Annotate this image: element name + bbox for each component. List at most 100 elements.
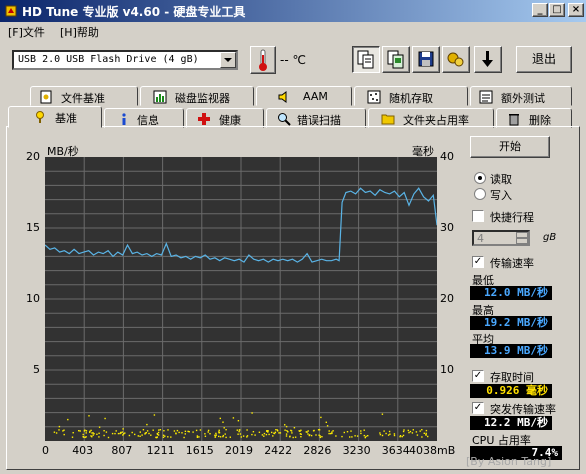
access-time-point — [335, 435, 337, 437]
access-time-point — [114, 432, 116, 435]
access-time-point — [267, 430, 269, 432]
save-button[interactable] — [412, 46, 440, 73]
menu-help[interactable]: [H]帮助 — [60, 24, 99, 40]
x-axis-tick: 1615 — [185, 444, 214, 457]
read-label[interactable]: 读取 — [490, 171, 512, 187]
access-time-point — [214, 434, 216, 436]
access-time-label[interactable]: 存取时间 — [490, 369, 534, 385]
tab-health[interactable]: 健康 — [186, 108, 264, 128]
short-stroke-spinner[interactable]: 4 — [472, 230, 530, 246]
x-axis-tick: 0 — [42, 444, 49, 457]
spinner-down-icon[interactable] — [516, 238, 528, 244]
access-time-point — [223, 427, 225, 429]
access-time-point — [157, 434, 160, 436]
access-time-point — [271, 431, 273, 434]
access-time-point — [284, 424, 286, 426]
access-time-point — [293, 427, 296, 429]
exit-button[interactable]: 退出 — [516, 46, 572, 73]
access-time-point — [409, 430, 412, 433]
access-time-point — [178, 431, 180, 434]
access-time-point — [240, 436, 242, 438]
access-time-point — [157, 431, 160, 434]
x-axis-tick: 2019 — [225, 444, 253, 457]
burst-rate-label[interactable]: 突发传输速率 — [490, 401, 556, 417]
access-time-point — [328, 432, 330, 435]
access-time-point — [215, 432, 217, 435]
access-time-point — [237, 420, 240, 422]
copy-text-icon — [357, 50, 374, 69]
access-time-point — [55, 432, 58, 434]
transfer-rate-checkbox[interactable]: ✓ — [472, 256, 484, 268]
download-arrow-icon — [482, 51, 493, 67]
access-time-point — [164, 435, 166, 437]
options-button[interactable] — [442, 46, 470, 73]
tab-file-benchmark[interactable]: 文件基准 — [30, 86, 138, 106]
access-time-point — [232, 417, 235, 419]
read-radio[interactable] — [474, 172, 486, 184]
menu-file[interactable]: [F]文件 — [8, 24, 45, 40]
access-time-point — [173, 430, 176, 432]
tab-aam[interactable]: AAM — [256, 86, 352, 106]
access-time-point — [383, 430, 385, 432]
drive-select[interactable]: USB 2.0 USB Flash Drive (4 gB) — [12, 50, 238, 70]
access-time-point — [317, 429, 320, 431]
title-bar[interactable]: HD Tune 专业版 v4.60 - 硬盘专业工具 _ □ × — [0, 0, 586, 22]
access-time-point — [162, 434, 165, 436]
access-time-point — [85, 430, 88, 432]
access-time-point — [306, 431, 308, 433]
access-time-point — [229, 436, 231, 438]
access-time-point — [299, 433, 302, 435]
short-stroke-checkbox[interactable] — [472, 210, 484, 222]
access-time-point — [115, 430, 117, 432]
transfer-rate-label[interactable]: 传输速率 — [490, 255, 534, 271]
start-button[interactable]: 开始 — [470, 136, 550, 158]
maximize-button[interactable]: □ — [549, 3, 565, 17]
access-time-point — [209, 433, 211, 435]
tab-disk-monitor[interactable]: 磁盘监视器 — [140, 86, 254, 106]
temperature-button[interactable] — [250, 46, 276, 74]
tab-info[interactable]: 信息 — [104, 108, 184, 128]
write-label[interactable]: 写入 — [490, 187, 512, 203]
access-time-point — [131, 431, 133, 434]
access-time-point — [104, 417, 106, 420]
access-time-point — [399, 436, 401, 438]
chevron-down-icon[interactable] — [220, 52, 236, 68]
access-time-point — [307, 433, 309, 435]
burst-rate-checkbox[interactable]: ✓ — [472, 402, 484, 414]
right-axis-tick: 10 — [440, 363, 454, 376]
access-time-point — [275, 429, 277, 431]
x-axis-tick: 4038mB — [409, 444, 456, 457]
minimize-button[interactable]: _ — [532, 3, 548, 17]
access-time-point — [188, 431, 190, 433]
tab-erase[interactable]: 删除 — [496, 108, 572, 128]
access-time-point — [419, 430, 421, 432]
access-time-point — [299, 430, 301, 432]
download-button[interactable] — [474, 46, 502, 73]
access-time-point — [58, 429, 60, 431]
tab-extra-tests[interactable]: 额外测试 — [470, 86, 572, 106]
access-time-point — [198, 436, 200, 438]
write-radio[interactable] — [474, 188, 486, 200]
access-time-point — [381, 434, 384, 437]
access-time-point — [246, 436, 248, 438]
access-time-point — [83, 430, 86, 432]
access-time-point — [389, 433, 391, 435]
short-stroke-label[interactable]: 快捷行程 — [490, 209, 534, 225]
access-time-point — [379, 432, 381, 434]
access-time-point — [393, 434, 396, 437]
tab-benchmark[interactable]: 基准 — [8, 106, 102, 128]
access-time-point — [142, 429, 145, 431]
tab-random-access[interactable]: 随机存取 — [354, 86, 468, 106]
copy-screen-button[interactable] — [382, 46, 410, 73]
access-time-point — [289, 435, 291, 437]
access-time-checkbox[interactable]: ✓ — [472, 370, 484, 382]
access-time-point — [222, 421, 224, 423]
access-time-point — [122, 428, 124, 430]
access-time-point — [85, 432, 87, 434]
access-time-point — [268, 433, 270, 436]
access-time-point — [363, 434, 365, 437]
tab-folder-usage[interactable]: 文件夹占用率 — [368, 108, 494, 128]
close-button[interactable]: × — [568, 3, 584, 17]
copy-text-button[interactable] — [352, 46, 380, 73]
tab-error-scan[interactable]: 错误扫描 — [266, 108, 366, 128]
